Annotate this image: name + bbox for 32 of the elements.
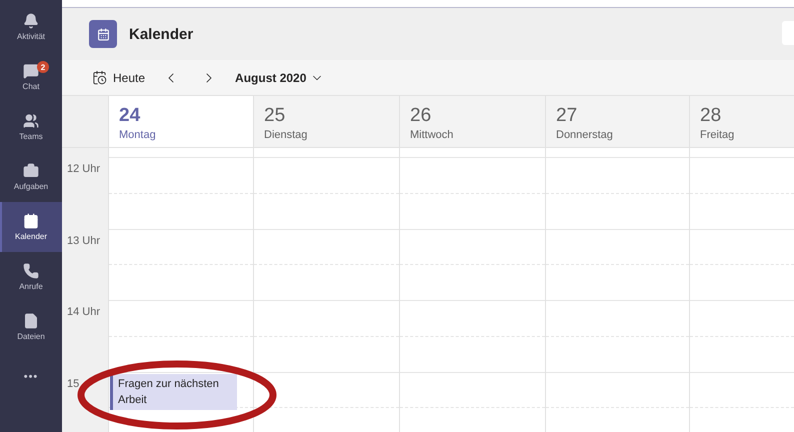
calendar-event[interactable]: Fragen zur nächsten Arbeit — [110, 374, 237, 410]
sidebar-icon — [23, 263, 39, 279]
day-header[interactable]: 24 Montag — [108, 96, 253, 148]
sidebar-item[interactable]: Anrufe — [0, 252, 62, 302]
day-header[interactable]: 25 Dienstag — [253, 96, 399, 148]
sidebar-icon — [23, 313, 39, 329]
sidebar-item[interactable]: Chat 2 — [0, 52, 62, 102]
sidebar-icon — [23, 63, 39, 79]
time-slot[interactable]: Fragen zur nächsten Arbeit — [109, 372, 253, 408]
sidebar-icon — [23, 113, 39, 129]
more-button[interactable]: ••• — [0, 352, 62, 402]
day-header[interactable]: 28 Freitag — [689, 96, 794, 148]
month-dropdown[interactable]: August 2020 — [233, 70, 326, 84]
sidebar-item[interactable]: Kalender — [0, 202, 62, 252]
sidebar-icon — [23, 13, 39, 29]
sidebar-item[interactable]: Aufgaben — [0, 152, 62, 202]
calendar-icon — [92, 70, 107, 85]
time-label: 15 — [67, 378, 80, 390]
sidebar-item[interactable]: Aktivität — [0, 2, 62, 52]
today-button[interactable]: Heute — [90, 70, 148, 85]
sidebar-item[interactable]: Teams — [0, 102, 62, 152]
day-header[interactable]: 26 Mittwoch — [399, 96, 545, 148]
page-title: Kalender — [129, 26, 194, 42]
day-header[interactable]: 27 Donnerstag — [545, 96, 689, 148]
calendar-icon — [89, 20, 117, 48]
time-label: 14 Uhr — [67, 306, 100, 318]
time-label: 13 Uhr — [67, 234, 100, 246]
sidebar-item[interactable]: Dateien — [0, 302, 62, 352]
sidebar-icon — [23, 163, 39, 179]
time-label: 12 Uhr — [67, 163, 100, 175]
sidebar-icon — [23, 213, 39, 229]
notification-badge: 2 — [37, 61, 49, 73]
